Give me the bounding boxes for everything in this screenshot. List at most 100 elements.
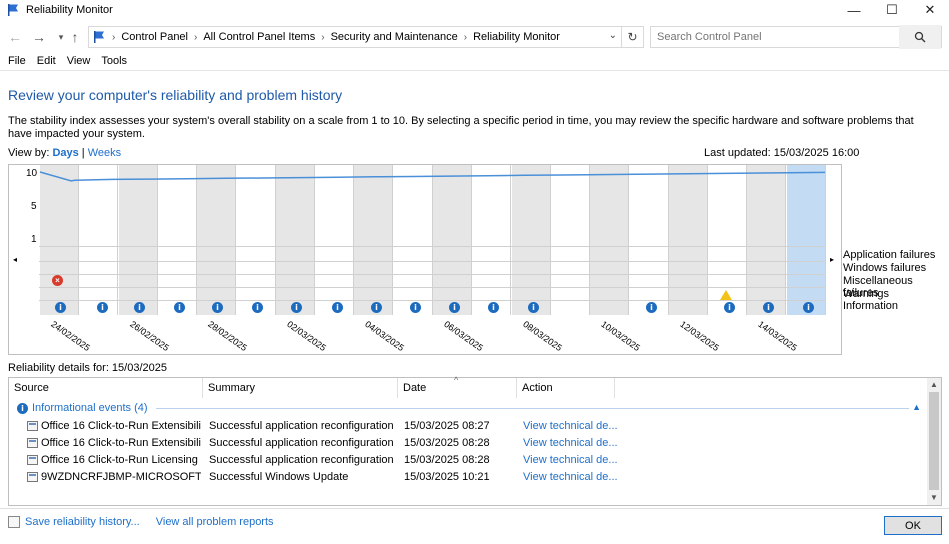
information-event-icon[interactable]: i — [449, 302, 460, 313]
scroll-down-icon[interactable]: ▼ — [927, 491, 941, 505]
row-divider — [39, 287, 826, 288]
menu-file[interactable]: File — [8, 55, 26, 67]
view-technical-details-link[interactable]: View technical de... — [523, 454, 623, 466]
menu-view[interactable]: View — [67, 55, 91, 67]
row-summary: Successful application reconfiguration — [209, 420, 394, 432]
information-event-icon[interactable]: i — [803, 302, 814, 313]
back-arrow-icon[interactable]: ← — [6, 28, 24, 46]
legend-application-failures: Application failures — [843, 249, 936, 261]
scroll-up-icon[interactable]: ▲ — [927, 378, 941, 392]
information-event-icon[interactable]: i — [528, 302, 539, 313]
date-tick-label: 28/02/2025 — [206, 319, 250, 354]
menu-edit[interactable]: Edit — [37, 55, 56, 67]
view-reports-link[interactable]: View all problem reports — [156, 516, 274, 528]
information-event-icon[interactable]: i — [55, 302, 66, 313]
information-event-icon[interactable]: i — [212, 302, 223, 313]
row-date: 15/03/2025 08:27 — [404, 420, 490, 432]
table-row[interactable]: 9WZDNCRFJBMP-MICROSOFT.WI... Successful W… — [9, 469, 927, 486]
refresh-icon[interactable]: ↻ — [621, 27, 643, 47]
information-event-icon[interactable]: i — [332, 302, 343, 313]
legend-warnings: Warnings — [843, 288, 890, 300]
row-divider — [39, 246, 826, 247]
forward-arrow-icon[interactable]: → — [30, 28, 48, 46]
row-summary: Successful application reconfiguration — [209, 437, 394, 449]
application-icon — [27, 421, 38, 431]
vertical-scrollbar[interactable]: ▲ ▼ — [927, 378, 941, 505]
view-by-label: View by: — [8, 147, 50, 159]
stability-index-line — [39, 171, 826, 182]
save-history-link[interactable]: Save reliability history... — [25, 516, 140, 528]
table-row[interactable]: Office 16 Click-to-Run Extensibilit... Su… — [9, 418, 927, 435]
group-label: Informational events (4) — [32, 402, 148, 414]
row-summary: Successful Windows Update — [209, 471, 349, 483]
date-tick-label: 14/03/2025 — [756, 319, 800, 354]
breadcrumb-separator: › — [112, 31, 116, 43]
information-event-icon[interactable]: i — [724, 302, 735, 313]
menu-bar: File Edit View Tools — [0, 52, 130, 70]
scroll-right-icon[interactable]: ▸ — [830, 255, 834, 264]
information-event-icon[interactable]: i — [371, 302, 382, 313]
column-header-source[interactable]: Source — [9, 378, 203, 398]
information-event-icon[interactable]: i — [134, 302, 145, 313]
information-event-icon[interactable]: i — [763, 302, 774, 313]
scroll-left-icon[interactable]: ◂ — [13, 255, 17, 264]
breadcrumb-separator: › — [321, 31, 325, 43]
information-event-icon[interactable]: i — [410, 302, 421, 313]
group-informational-events[interactable]: i Informational events (4) ▲ — [9, 400, 927, 416]
details-table: Source Summary Date ^ Action i Informati… — [8, 375, 942, 506]
date-tick-label: 12/03/2025 — [678, 319, 721, 354]
misc-failure-error-icon[interactable]: × — [52, 275, 63, 286]
breadcrumb-separator: › — [194, 31, 198, 43]
view-technical-details-link[interactable]: View technical de... — [523, 471, 623, 483]
flag-icon — [94, 31, 104, 43]
breadcrumb: › Control Panel › All Control Panel Item… — [89, 30, 560, 44]
address-toolbar: ← → ▾ ↑ › Control Panel › All Control Pa… — [0, 24, 949, 50]
last-updated: Last updated: 15/03/2025 16:00 — [704, 147, 860, 159]
footer-links: Save reliability history... View all pro… — [8, 516, 274, 528]
information-event-icon[interactable]: i — [646, 302, 657, 313]
breadcrumb-all-items[interactable]: All Control Panel Items — [203, 31, 315, 43]
information-event-icon[interactable]: i — [488, 302, 499, 313]
view-days-link[interactable]: Days — [52, 147, 78, 159]
scrollbar-thumb[interactable] — [929, 392, 939, 490]
column-header-summary[interactable]: Summary — [203, 378, 398, 398]
information-event-icon[interactable]: i — [252, 302, 263, 313]
row-source: 9WZDNCRFJBMP-MICROSOFT.WI... — [41, 471, 201, 483]
breadcrumb-control-panel[interactable]: Control Panel — [121, 31, 188, 43]
date-tick-label: 26/02/2025 — [127, 319, 171, 354]
row-date: 15/03/2025 08:28 — [404, 437, 490, 449]
breadcrumb-security[interactable]: Security and Maintenance — [331, 31, 458, 43]
window-title: Reliability Monitor — [26, 4, 113, 16]
address-dropdown-icon[interactable]: ⌄ — [609, 30, 617, 41]
search-icon[interactable] — [899, 25, 941, 49]
breadcrumb-separator: › — [463, 31, 468, 43]
menu-tools[interactable]: Tools — [101, 55, 127, 67]
legend-windows-failures: Windows failures — [843, 262, 927, 274]
maximize-button[interactable]: ☐ — [872, 0, 912, 20]
information-event-icon[interactable]: i — [97, 302, 108, 313]
stability-chart[interactable]: 10 5 1 ◂ i i i i i i i i i i i i i i i i i × 24/02/2025 26… — [8, 164, 842, 355]
search-box[interactable] — [650, 25, 942, 49]
view-technical-details-link[interactable]: View technical de... — [523, 420, 623, 432]
up-arrow-icon[interactable]: ↑ — [66, 28, 84, 46]
view-weeks-link[interactable]: Weeks — [88, 147, 121, 159]
page-title: Review your computer's reliability and p… — [8, 87, 343, 103]
sort-caret-icon: ^ — [454, 375, 459, 385]
table-row[interactable]: Office 16 Click-to-Run Licensing ... Succ… — [9, 452, 927, 469]
view-technical-details-link[interactable]: View technical de... — [523, 437, 623, 449]
minimize-button[interactable]: — — [834, 0, 874, 20]
address-bar[interactable]: › Control Panel › All Control Panel Item… — [88, 26, 644, 48]
ok-button[interactable]: OK — [884, 516, 942, 535]
search-input[interactable] — [651, 27, 891, 47]
application-icon — [27, 472, 38, 482]
breadcrumb-reliability-monitor[interactable]: Reliability Monitor — [473, 31, 560, 43]
application-icon — [27, 438, 38, 448]
close-button[interactable]: ✕ — [910, 0, 949, 20]
table-row[interactable]: Office 16 Click-to-Run Extensibilit... Su… — [9, 435, 927, 452]
information-event-icon[interactable]: i — [291, 302, 302, 313]
reliability-monitor-window: Reliability Monitor — ☐ ✕ ← → ▾ ↑ › Cont… — [0, 0, 949, 544]
warning-event-icon[interactable] — [720, 290, 732, 300]
column-header-action[interactable]: Action — [517, 378, 615, 398]
information-event-icon[interactable]: i — [174, 302, 185, 313]
collapse-chevron-up-icon[interactable]: ▲ — [912, 402, 921, 412]
